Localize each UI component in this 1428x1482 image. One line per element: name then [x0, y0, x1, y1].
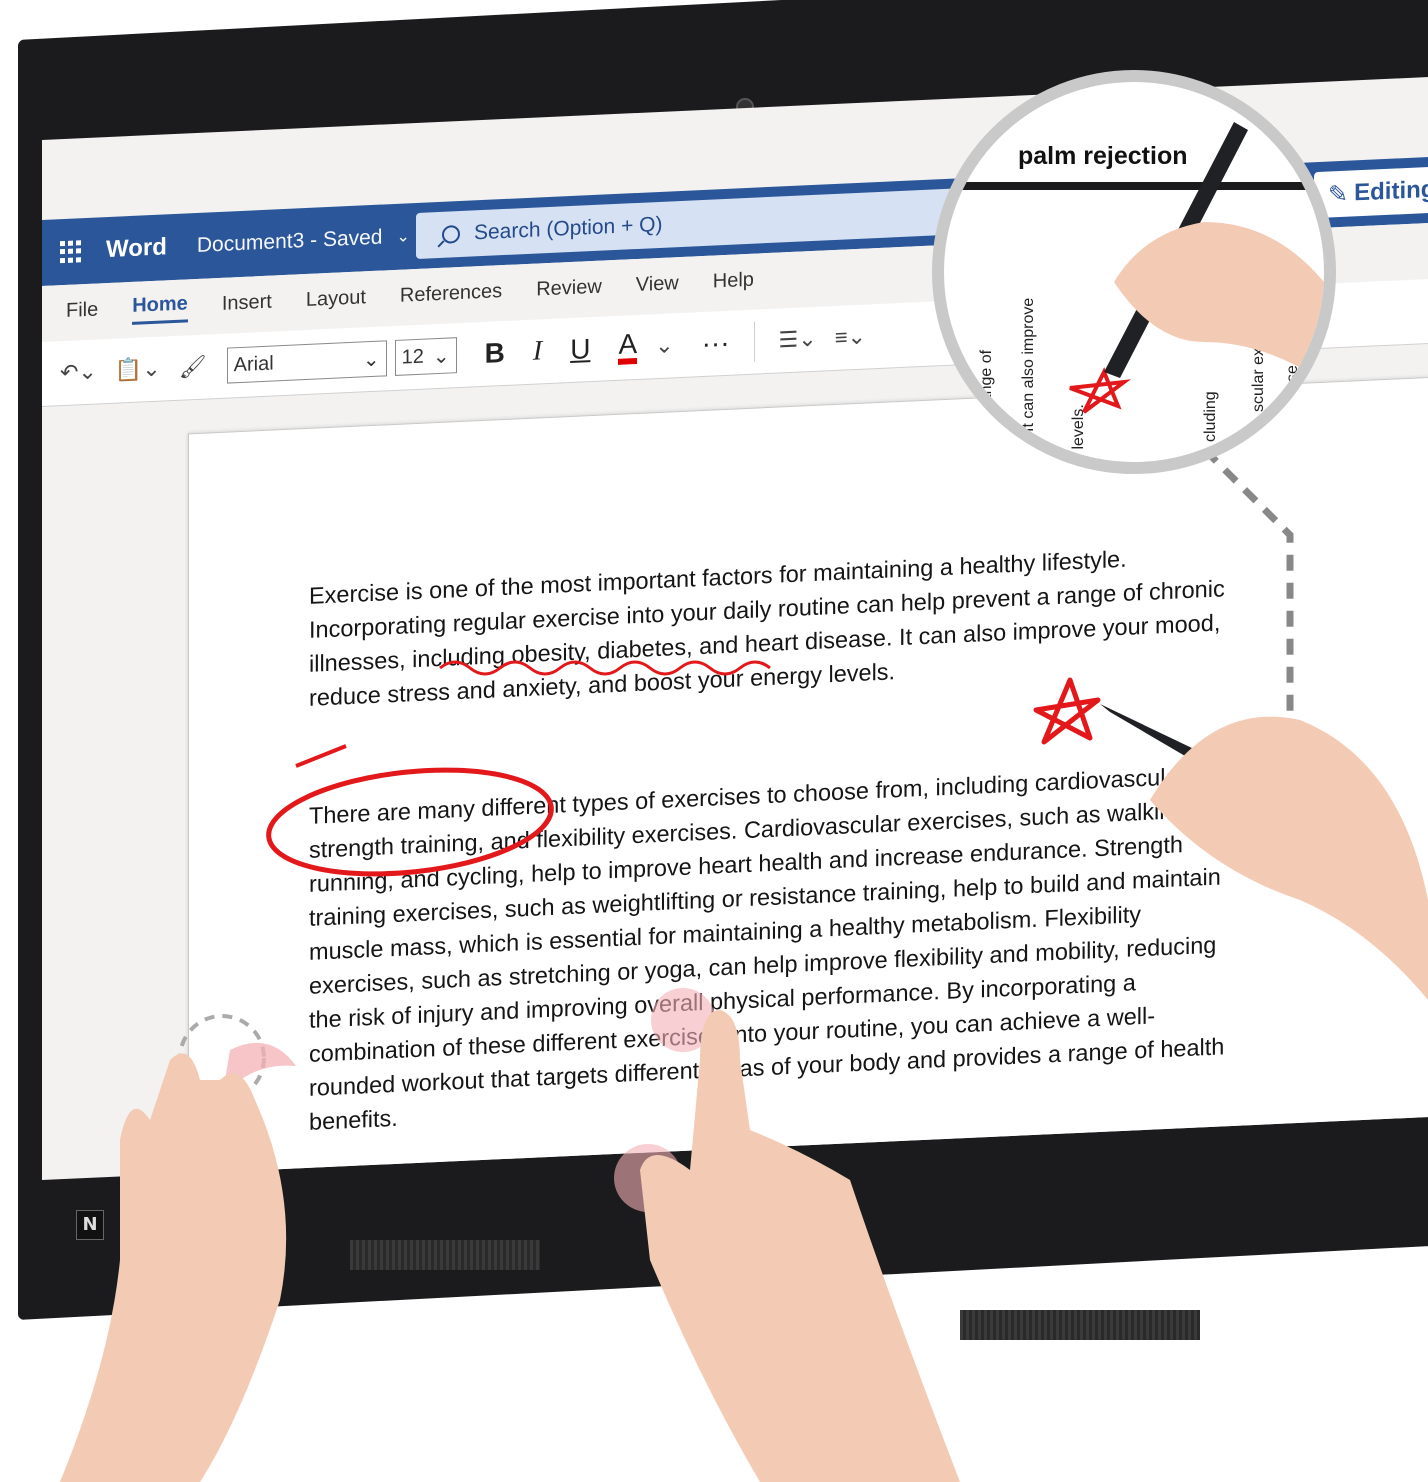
- document-name[interactable]: Document3 - Saved: [197, 226, 383, 258]
- font-size-value: 12: [401, 345, 424, 369]
- chevron-down-icon[interactable]: ⌄: [655, 332, 673, 359]
- undo-icon[interactable]: ↶⌄: [60, 359, 97, 387]
- paragraph-2[interactable]: There are many different types of exerci…: [309, 757, 1229, 1139]
- search-icon: [442, 225, 460, 244]
- tab-home[interactable]: Home: [132, 292, 188, 325]
- pencil-icon: ✎: [1328, 180, 1349, 209]
- align-icon[interactable]: ≡⌄: [835, 324, 866, 351]
- chevron-down-icon: ⌄: [362, 348, 380, 371]
- font-name-value: Arial: [233, 351, 274, 376]
- toolbar-divider: [753, 321, 755, 362]
- font-color-button[interactable]: A: [618, 328, 638, 365]
- tab-review[interactable]: Review: [536, 275, 602, 305]
- editing-mode-button[interactable]: ✎ Editing: [1314, 166, 1428, 219]
- zoom-illustration: [1069, 122, 1324, 414]
- app-launcher-icon[interactable]: [60, 240, 82, 263]
- clipboard-icon[interactable]: 📋⌄: [115, 356, 161, 384]
- search-placeholder: Search (Option + Q): [474, 212, 663, 245]
- app-name[interactable]: Word: [106, 233, 167, 264]
- font-size-select[interactable]: 12 ⌄: [394, 337, 457, 376]
- zoom-hand: [1114, 222, 1324, 382]
- chevron-down-icon: ⌄: [432, 344, 450, 368]
- tab-layout[interactable]: Layout: [306, 286, 366, 316]
- paragraph-1[interactable]: Exercise is one of the most important fa…: [309, 537, 1229, 715]
- format-painter-icon[interactable]: 🖌: [179, 354, 207, 381]
- nfc-icon: N: [76, 1210, 104, 1240]
- zoom-ink-star: [1069, 367, 1132, 414]
- bullet-list-icon[interactable]: ☰⌄: [779, 326, 817, 354]
- tab-insert[interactable]: Insert: [222, 290, 272, 319]
- palm-rejection-callout: palm rejection a range of It can also im…: [932, 70, 1336, 474]
- underline-button[interactable]: U: [570, 333, 590, 366]
- bold-button[interactable]: B: [485, 337, 505, 370]
- tab-view[interactable]: View: [636, 272, 679, 301]
- document-page[interactable]: Exercise is one of the most important fa…: [188, 376, 1428, 1180]
- editing-label: Editing: [1354, 175, 1428, 207]
- speaker-grille: [350, 1240, 540, 1270]
- font-name-select[interactable]: Arial ⌄: [226, 340, 387, 384]
- speaker-grille: [960, 1310, 1200, 1340]
- tab-help[interactable]: Help: [713, 268, 754, 297]
- chevron-down-icon[interactable]: ⌄: [397, 226, 410, 247]
- italic-button[interactable]: I: [533, 335, 542, 367]
- tab-file[interactable]: File: [66, 298, 98, 326]
- more-options-button[interactable]: ···: [702, 327, 730, 360]
- tab-references[interactable]: References: [400, 280, 502, 312]
